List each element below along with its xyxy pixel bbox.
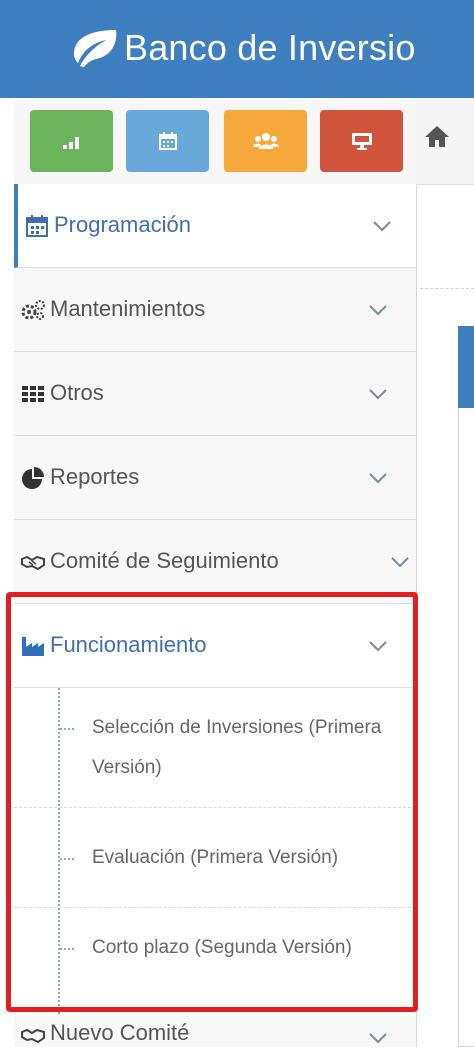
chevron-down-icon bbox=[373, 221, 391, 232]
menu-label: Nuevo Comité bbox=[50, 1020, 190, 1045]
stats-shortcut-button[interactable] bbox=[30, 110, 113, 172]
chevron-down-icon bbox=[369, 473, 387, 484]
menu-nuevo-comite[interactable]: Nuevo Comité bbox=[14, 1016, 416, 1047]
panel-header bbox=[458, 326, 474, 408]
chevron-down-icon bbox=[369, 1033, 387, 1044]
app-title[interactable]: Banco de Inversio bbox=[124, 24, 416, 72]
monitor-icon bbox=[351, 133, 372, 150]
leaf-icon bbox=[74, 30, 117, 67]
users-shortcut-button[interactable] bbox=[224, 110, 307, 172]
calendar-shortcut-button[interactable] bbox=[126, 110, 209, 172]
calendar-icon bbox=[158, 132, 177, 150]
menu-reportes[interactable]: Reportes bbox=[14, 436, 416, 520]
calendar-icon bbox=[26, 215, 48, 237]
content-panel bbox=[458, 326, 474, 1047]
menu-label: Otros bbox=[50, 380, 104, 405]
shortcut-bar bbox=[14, 98, 416, 185]
chevron-down-icon bbox=[369, 305, 387, 316]
divider bbox=[420, 288, 474, 289]
gears-icon bbox=[21, 300, 45, 320]
menu-programacion[interactable]: Programación bbox=[14, 184, 416, 268]
chevron-down-icon bbox=[391, 557, 409, 568]
users-icon bbox=[252, 133, 279, 149]
menu-label: Mantenimientos bbox=[50, 296, 206, 321]
home-icon[interactable] bbox=[424, 124, 450, 148]
grid-icon bbox=[22, 386, 44, 402]
handshake-icon bbox=[21, 1028, 45, 1044]
menu-otros[interactable]: Otros bbox=[14, 352, 416, 436]
monitor-shortcut-button[interactable] bbox=[320, 110, 403, 172]
menu-mantenimientos[interactable]: Mantenimientos bbox=[14, 268, 416, 352]
handshake-icon bbox=[21, 555, 45, 571]
menu-label: Reportes bbox=[50, 464, 140, 489]
chart-icon bbox=[62, 137, 79, 149]
app-header: Banco de Inversio bbox=[0, 0, 474, 98]
menu-label: Comité de Seguimiento bbox=[50, 548, 279, 573]
chevron-down-icon bbox=[369, 389, 387, 400]
highlight-box bbox=[6, 592, 418, 1012]
pie-chart-icon bbox=[22, 467, 44, 489]
menu-label: Programación bbox=[54, 212, 191, 237]
